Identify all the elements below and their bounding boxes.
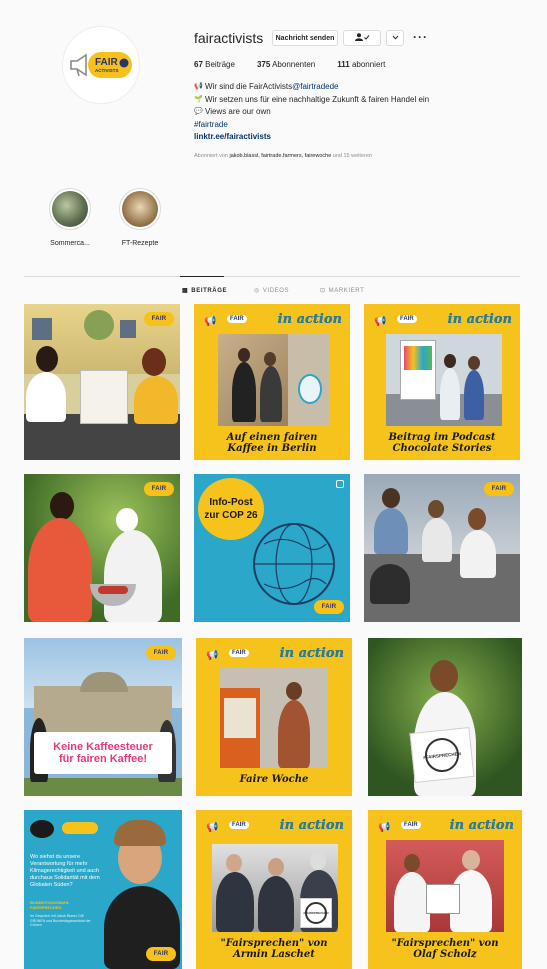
post-image — [220, 668, 328, 768]
speech-bubble-icon: 💬 — [194, 108, 203, 115]
post-3[interactable]: 📢 FAIR in action Beitrag im Podcast Choc… — [364, 304, 520, 460]
bio-hashtag[interactable]: #fairtrade — [194, 119, 429, 132]
in-action-title: in action — [277, 312, 342, 327]
post-7[interactable]: FAIR Keine Kaffeesteuer für fairen Kaffe… — [24, 638, 182, 796]
post-caption: "Fairsprechen" von Olaf Scholz — [391, 938, 499, 960]
user-check-icon — [354, 33, 370, 43]
highlight-sommercamp[interactable]: Sommerca... — [40, 188, 100, 247]
post-caption: Faire Woche — [239, 774, 309, 785]
followed-by-text[interactable]: Abonniert von jakob.blassl, fairtrade.fa… — [194, 153, 372, 159]
active-tab-indicator — [180, 276, 224, 277]
highlight-label: Sommerca... — [50, 240, 90, 247]
megaphone-icon: 📢 — [374, 316, 387, 327]
post-12[interactable]: 📢 FAIR in action "Fairsprechen" von Olaf… — [368, 810, 522, 969]
tab-posts[interactable]: ▦ BEITRÄGE — [182, 287, 227, 295]
posts-stat: 67 Beiträge — [194, 60, 235, 69]
post-image: #FAIRSPRECHEN — [212, 844, 338, 932]
profile-username: fairactivists — [194, 30, 264, 46]
profile-stats: 67 Beiträge 375 Abonnenten 111 abonniert — [194, 60, 407, 69]
fair-badge: FAIR — [397, 315, 417, 323]
seedling-icon: 🌱 — [194, 95, 203, 103]
megaphone-icon: 📢 — [204, 316, 217, 327]
following-button[interactable] — [343, 30, 381, 46]
post-9[interactable]: #FAIRSPRECHEN — [368, 638, 522, 796]
in-action-title: in action — [279, 646, 344, 661]
fair-badge: FAIR — [401, 821, 421, 829]
post-caption: Beitrag im Podcast Chocolate Stories — [388, 432, 496, 454]
highlight-cover-image — [52, 191, 88, 227]
play-circle-icon: ◎ — [254, 288, 260, 294]
fair-badge: FAIR — [146, 646, 176, 660]
post-5[interactable]: Info-Post zur COP 26 FAIR — [194, 474, 350, 622]
bio-line-3: 💬 Views are our own — [194, 106, 429, 119]
tab-videos[interactable]: ◎ VIDEOS — [254, 287, 289, 295]
highlight-label: FT-Rezepte — [121, 240, 159, 247]
question-small-print: Im Gespräch mit Jakob Blasel, DIE GRÜNEN… — [30, 914, 91, 927]
following-stat[interactable]: 111 abonniert — [337, 60, 385, 69]
carousel-icon — [336, 480, 344, 488]
post-caption: "Fairsprechen" von Armin Laschet — [220, 938, 328, 960]
profile-avatar[interactable]: FAIR ACTIVISTS — [62, 26, 140, 104]
in-action-title: in action — [447, 312, 512, 327]
post-8[interactable]: 📢 FAIR in action Faire Woche — [196, 638, 352, 796]
bio-mention-link[interactable]: @fairtradede — [292, 81, 338, 94]
post-2[interactable]: 📢 FAIR in action Auf einen fairen Kaffee… — [194, 304, 350, 460]
more-options-icon[interactable]: ··· — [413, 30, 428, 44]
svg-text:ACTIVISTS: ACTIVISTS — [95, 68, 119, 73]
post-1[interactable]: FAIR — [24, 304, 180, 460]
fairactivists-logo: FAIR ACTIVISTS — [68, 48, 134, 82]
post-4[interactable]: FAIR — [24, 474, 180, 622]
fair-badge: FAIR — [146, 947, 176, 961]
in-action-title: in action — [279, 818, 344, 833]
post-image — [24, 304, 180, 460]
in-action-title: in action — [449, 818, 514, 833]
fair-badge: FAIR — [229, 821, 249, 829]
post-caption: Auf einen fairen Kaffee in Berlin — [226, 432, 318, 454]
post-10[interactable]: Wo siehst du unsere Verantwortung für me… — [24, 810, 182, 969]
bio-line-1: 📢 Wir sind die FairActivists @fairtraded… — [194, 81, 429, 94]
bio-external-link[interactable]: linktr.ee/fairactivists — [194, 131, 429, 144]
question-text: Wo siehst du unsere Verantwortung für me… — [30, 854, 100, 888]
post-6[interactable]: FAIR — [364, 474, 520, 622]
tabs-divider — [24, 276, 520, 277]
post-image — [364, 474, 520, 622]
fair-badge: FAIR — [144, 482, 174, 496]
protest-banner: Keine Kaffeesteuer für fairen Kaffee! — [34, 732, 172, 774]
suggestions-button[interactable] — [386, 30, 404, 46]
tag-person-icon: ⊡ — [320, 288, 326, 294]
grid-icon: ▦ — [182, 288, 189, 294]
megaphone-icon: 📢 — [206, 822, 219, 833]
profile-bio: 📢 Wir sind die FairActivists @fairtraded… — [194, 81, 429, 144]
tab-tagged[interactable]: ⊡ MARKIERT — [320, 287, 364, 295]
fair-badge: FAIR — [144, 312, 174, 326]
speech-bubble-icon — [30, 820, 54, 838]
post-11[interactable]: 📢 FAIR in action #FAIRSPRECHEN "Fairspre… — [196, 810, 352, 969]
fair-badge: FAIR — [314, 600, 344, 614]
highlight-cover-image — [122, 191, 158, 227]
fair-badge: FAIR — [227, 315, 247, 323]
followers-stat[interactable]: 375 Abonnenten — [257, 60, 315, 69]
megaphone-icon: 📢 — [378, 822, 391, 833]
bio-line-2: 🌱 Wir setzen uns für eine nachhaltige Zu… — [194, 94, 429, 107]
post-image — [386, 334, 502, 426]
post-image — [24, 474, 180, 622]
fair-badge: FAIR — [229, 649, 249, 657]
megaphone-icon: 📢 — [194, 83, 203, 90]
fair-badge: FAIR — [484, 482, 514, 496]
svg-text:FAIR: FAIR — [95, 57, 119, 68]
post-image — [218, 334, 330, 426]
post-image — [102, 810, 182, 969]
send-message-button[interactable]: Nachricht senden — [272, 30, 338, 46]
question-subtitle: BUNDESTAGSWAHL FAIRSPRECHEN — [30, 900, 70, 910]
chevron-down-icon — [392, 35, 399, 42]
highlight-ft-rezepte[interactable]: FT-Rezepte — [110, 188, 170, 247]
post-image — [386, 840, 504, 932]
megaphone-icon: 📢 — [206, 650, 219, 661]
fairsprechen-sign: #FAIRSPRECHEN — [409, 727, 475, 783]
